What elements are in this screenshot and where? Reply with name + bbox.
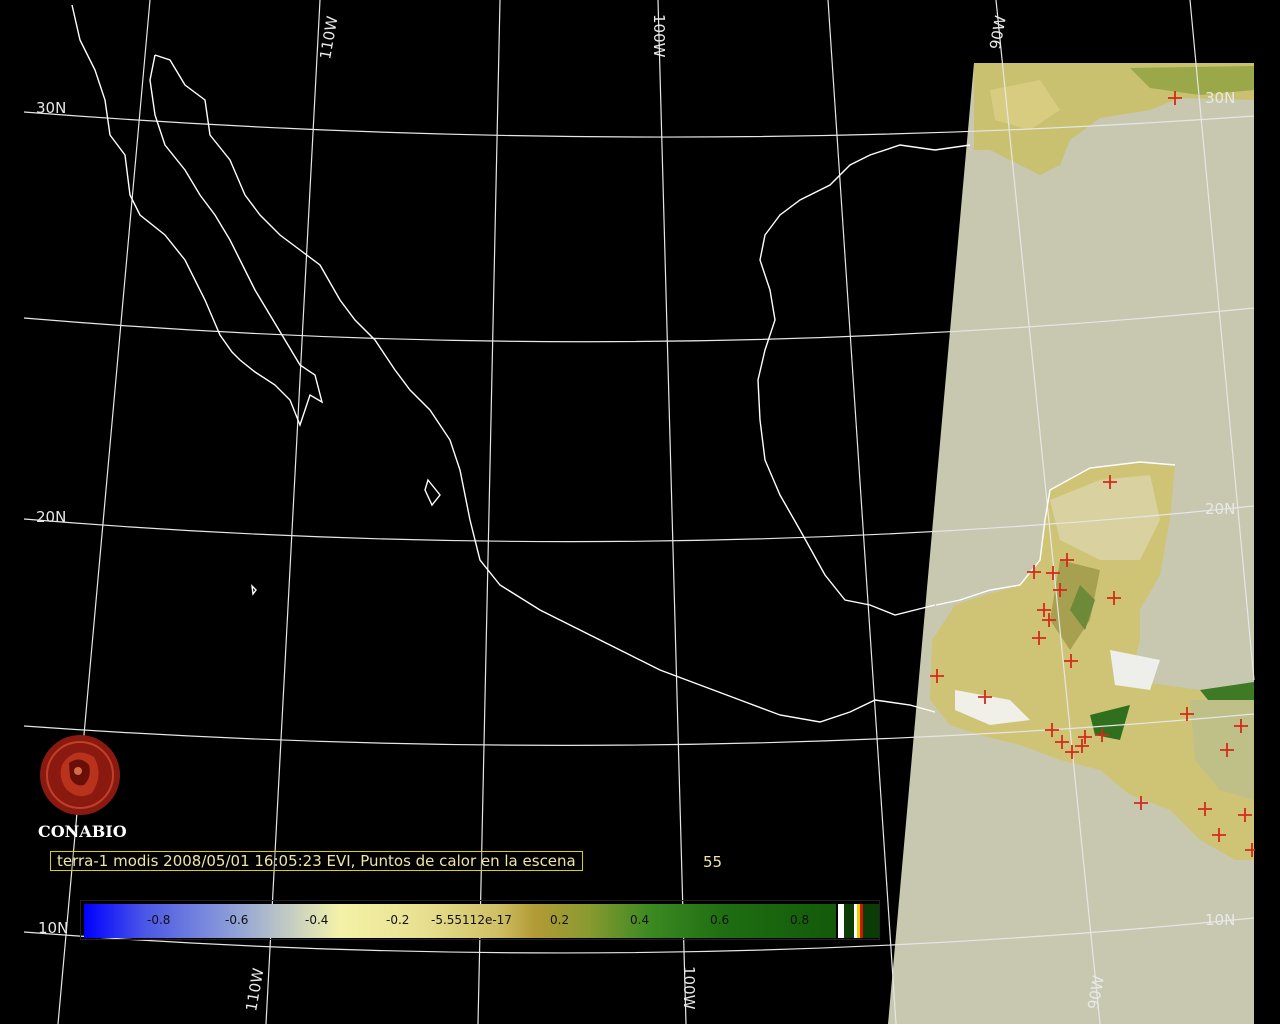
lat-label-20n-left: 20N bbox=[36, 508, 66, 526]
lon-label-110w-top: 110W bbox=[316, 15, 341, 61]
colorbar-tick: 0.2 bbox=[550, 913, 570, 927]
colorbar-tick: -0.2 bbox=[386, 913, 410, 927]
colorbar-tick: -0.4 bbox=[305, 913, 329, 927]
colorbar-tick: 0.4 bbox=[630, 913, 650, 927]
colorbar-tick: -0.8 bbox=[147, 913, 171, 927]
colorbar-tick: 0.6 bbox=[710, 913, 730, 927]
colorbar-swatch-dark bbox=[863, 904, 879, 938]
lon-label-110w-bottom: 110W bbox=[242, 967, 267, 1013]
lat-label-30n-right: 30N bbox=[1205, 89, 1235, 107]
scene-caption: terra-1 modis 2008/05/01 16:05:23 EVI, P… bbox=[50, 851, 583, 871]
conabio-logo-text: CONABIO bbox=[38, 822, 127, 841]
lat-label-30n-left: 30N bbox=[36, 99, 66, 117]
lon-label-100w-top: 100W bbox=[650, 14, 668, 58]
caption-hotspot-count: 55 bbox=[703, 853, 723, 871]
colorbar-tick: 0.8 bbox=[790, 913, 810, 927]
caption-text: terra-1 modis 2008/05/01 16:05:23 EVI, P… bbox=[57, 852, 576, 870]
lat-label-20n-right: 20N bbox=[1205, 500, 1235, 518]
evi-colorbar: -0.8 -0.6 -0.4 -0.2 -5.55112e-17 0.2 0.4… bbox=[80, 900, 880, 940]
lat-label-10n-left: 10N bbox=[38, 919, 68, 937]
lon-label-90w-top: 90W bbox=[986, 14, 1010, 51]
lon-label-100w-bottom: 100W bbox=[680, 966, 698, 1010]
lat-label-10n-right: 10N bbox=[1205, 911, 1235, 929]
colorbar-gap bbox=[844, 904, 854, 938]
colorbar-tick: -5.55112e-17 bbox=[431, 913, 512, 927]
colorbar-tick: -0.6 bbox=[225, 913, 249, 927]
